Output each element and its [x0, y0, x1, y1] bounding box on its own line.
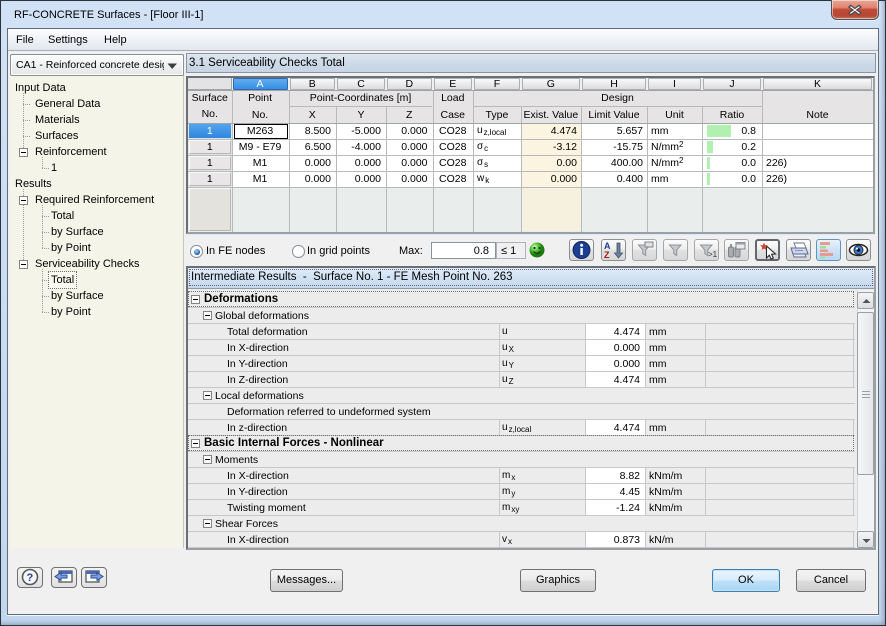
- svg-text:Z: Z: [604, 250, 610, 260]
- svg-text:?: ?: [27, 572, 34, 584]
- svg-text:>1: >1: [708, 250, 718, 259]
